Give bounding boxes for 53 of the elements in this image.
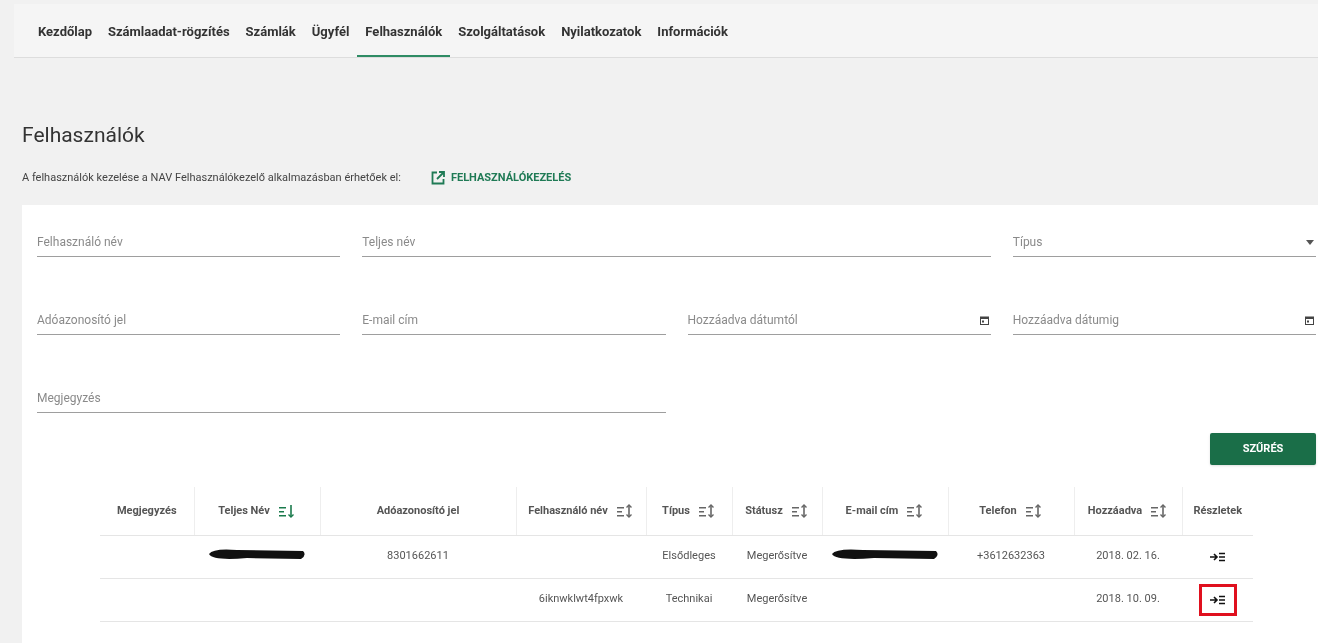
sort-icon[interactable]	[697, 503, 716, 518]
nav-tab[interactable]: Számlaadat-rögzítés	[100, 17, 238, 57]
table-cell: +3612632363	[948, 535, 1074, 578]
sort-icon[interactable]	[790, 503, 809, 518]
nav-tab[interactable]: Nyilatkozatok	[553, 17, 650, 57]
input-field[interactable]: Teljes név	[362, 227, 991, 257]
table-cell: 8301662611	[320, 535, 516, 578]
nav-tab[interactable]: Információk	[649, 17, 736, 57]
column-header[interactable]: Adóazonosító jel	[320, 487, 516, 535]
column-header[interactable]: Telefon	[948, 487, 1074, 535]
nav-tab[interactable]: Ügyfél	[303, 17, 358, 57]
sort-icon[interactable]	[277, 503, 296, 518]
sort-icon[interactable]	[1024, 503, 1043, 518]
table-cell: 6iknwklwt4fpxwk	[516, 578, 646, 621]
select-field[interactable]: Típus	[1012, 227, 1316, 257]
column-header[interactable]: Teljes Név	[194, 487, 320, 535]
dropdown-caret-icon	[1306, 240, 1314, 245]
table-cell: Megerősítve	[732, 578, 822, 621]
input-field[interactable]: Felhasználó név	[37, 227, 341, 257]
sort-icon[interactable]	[906, 503, 925, 518]
external-link-icon	[430, 170, 445, 185]
table-cell: Elsődleges	[646, 535, 732, 578]
nav-tab[interactable]: Számlák	[237, 17, 304, 57]
details-icon[interactable]	[1209, 594, 1226, 605]
input-field[interactable]: E-mail cím	[362, 305, 666, 335]
date-field[interactable]: Hozzáadva dátumtól	[687, 305, 991, 335]
details-button[interactable]	[1198, 583, 1237, 616]
table-cell: 2018. 10. 09.	[1074, 578, 1182, 621]
page-title: Felhasználók	[22, 122, 146, 149]
table-cell: Megerősítve	[732, 535, 822, 578]
column-header[interactable]: Hozzáadva	[1074, 487, 1182, 535]
input-field[interactable]: Megjegyzés	[37, 383, 666, 413]
column-header[interactable]: Felhasználó név	[516, 487, 646, 535]
user-management-link[interactable]: FELHASZNÁLÓKEZELÉS	[430, 169, 572, 186]
nav-tab[interactable]: Szolgáltatások	[450, 17, 554, 57]
nav-tab[interactable]: Kezdőlap	[30, 17, 100, 57]
calendar-icon	[979, 316, 989, 325]
sort-icon[interactable]	[1150, 503, 1169, 518]
table-cell: Technikai	[646, 578, 732, 621]
calendar-icon	[1305, 316, 1314, 325]
column-header[interactable]: E-mail cím	[822, 487, 948, 535]
column-header[interactable]: Megjegyzés	[100, 487, 194, 535]
nav-tab[interactable]: Felhasználók	[357, 17, 451, 57]
details-icon[interactable]	[1209, 551, 1226, 562]
column-header[interactable]: Részletek	[1182, 487, 1253, 535]
column-header[interactable]: Státusz	[732, 487, 822, 535]
info-text: A felhasználók kezelése a NAV Felhasználókezelő alkalmazásban érhetőek el:	[22, 169, 401, 186]
sort-icon[interactable]	[615, 503, 634, 518]
filter-button[interactable]: SZŰRÉS	[1210, 433, 1316, 465]
column-header[interactable]: Típus	[646, 487, 732, 535]
date-field[interactable]: Hozzáadva dátumig	[1012, 305, 1316, 335]
input-field[interactable]: Adóazonosító jel	[37, 305, 341, 335]
table-cell: 2018. 02. 16.	[1074, 535, 1182, 578]
